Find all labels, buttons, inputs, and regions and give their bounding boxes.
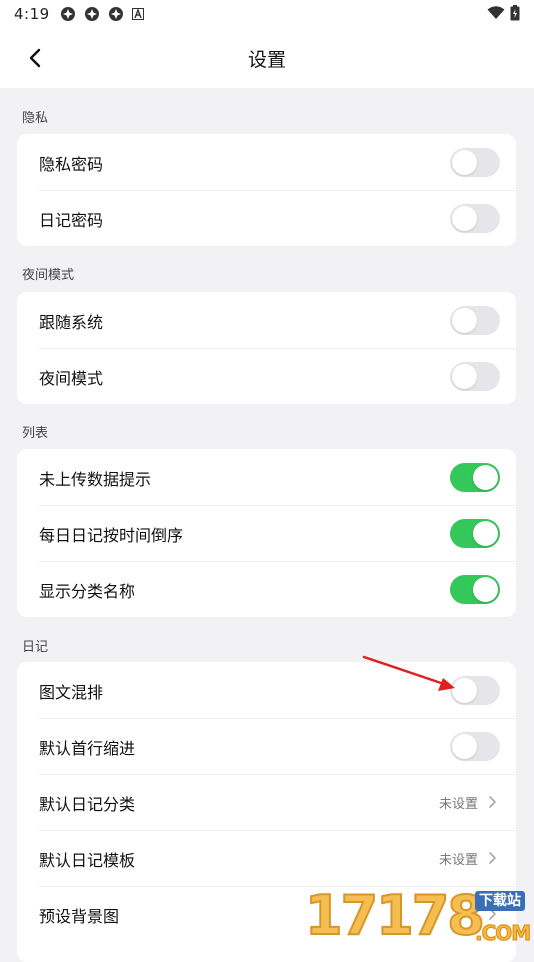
setting-row-default-category[interactable]: 默认日记分类 未设置 bbox=[17, 774, 516, 830]
first-line-indent-toggle[interactable] bbox=[450, 732, 500, 761]
reverse-order-toggle[interactable] bbox=[450, 519, 500, 548]
setting-label: 夜间模式 bbox=[39, 369, 104, 388]
a-icon bbox=[132, 8, 144, 20]
night-mode-toggle[interactable] bbox=[450, 362, 500, 391]
setting-label: 日记密码 bbox=[39, 211, 104, 230]
app-notification-icon bbox=[85, 7, 99, 21]
setting-label: 显示分类名称 bbox=[39, 582, 136, 601]
setting-value: 未设置 bbox=[438, 853, 478, 868]
setting-label: 未上传数据提示 bbox=[39, 470, 152, 489]
setting-label: 预设背景图 bbox=[39, 907, 120, 926]
setting-label: 隐私密码 bbox=[39, 155, 104, 174]
status-right-icons bbox=[487, 5, 520, 21]
wifi-icon bbox=[487, 6, 505, 19]
battery-charging-icon bbox=[510, 5, 520, 21]
status-time: 4:19 bbox=[14, 5, 50, 23]
app-notification-icon bbox=[61, 7, 75, 21]
section-title-night-mode: 夜间模式 bbox=[22, 268, 75, 283]
diary-password-toggle[interactable] bbox=[450, 204, 500, 233]
setting-row-diary-password[interactable]: 日记密码 bbox=[17, 190, 516, 246]
watermark-domain: .COM bbox=[474, 921, 531, 946]
setting-label: 默认首行缩进 bbox=[39, 739, 136, 758]
page-title: 设置 bbox=[247, 49, 286, 71]
watermark-badge: 下载站 bbox=[475, 891, 525, 911]
chevron-right-icon bbox=[489, 852, 496, 864]
card-night-mode: 跟随系统 夜间模式 bbox=[17, 292, 516, 404]
privacy-password-toggle[interactable] bbox=[450, 148, 500, 177]
setting-label: 默认日记分类 bbox=[39, 795, 136, 814]
setting-row-reverse-order[interactable]: 每日日记按时间倒序 bbox=[17, 505, 516, 561]
top-app-bar: 设置 bbox=[0, 28, 534, 88]
setting-value: 未设置 bbox=[438, 797, 478, 812]
setting-label: 每日日记按时间倒序 bbox=[39, 526, 184, 545]
setting-row-first-line-indent[interactable]: 默认首行缩进 bbox=[17, 718, 516, 774]
setting-row-show-category[interactable]: 显示分类名称 bbox=[17, 561, 516, 617]
setting-label: 图文混排 bbox=[39, 683, 104, 702]
chevron-right-icon bbox=[489, 796, 496, 808]
card-privacy: 隐私密码 日记密码 bbox=[17, 134, 516, 246]
status-bar: 4:19 bbox=[0, 0, 534, 28]
setting-label: 跟随系统 bbox=[39, 313, 104, 332]
watermark-number: 17178 bbox=[304, 884, 486, 948]
card-list: 未上传数据提示 每日日记按时间倒序 显示分类名称 bbox=[17, 449, 516, 617]
section-title-list: 列表 bbox=[22, 426, 49, 441]
setting-row-default-template[interactable]: 默认日记模板 未设置 bbox=[17, 830, 516, 886]
app-notification-icon bbox=[109, 7, 123, 21]
follow-system-toggle[interactable] bbox=[450, 306, 500, 335]
site-watermark: 17178 下载站 .COM bbox=[304, 884, 534, 950]
setting-label: 默认日记模板 bbox=[39, 851, 136, 870]
setting-row-unuploaded-hint[interactable]: 未上传数据提示 bbox=[17, 449, 516, 505]
section-title-diary: 日记 bbox=[22, 640, 49, 655]
show-category-toggle[interactable] bbox=[450, 575, 500, 604]
setting-row-night-mode[interactable]: 夜间模式 bbox=[17, 348, 516, 404]
unuploaded-hint-toggle[interactable] bbox=[450, 463, 500, 492]
setting-row-follow-system[interactable]: 跟随系统 bbox=[17, 292, 516, 348]
annotation-arrow-icon bbox=[362, 655, 455, 691]
section-title-privacy: 隐私 bbox=[22, 111, 49, 126]
notification-icons bbox=[60, 6, 144, 22]
setting-row-privacy-password[interactable]: 隐私密码 bbox=[17, 134, 516, 190]
